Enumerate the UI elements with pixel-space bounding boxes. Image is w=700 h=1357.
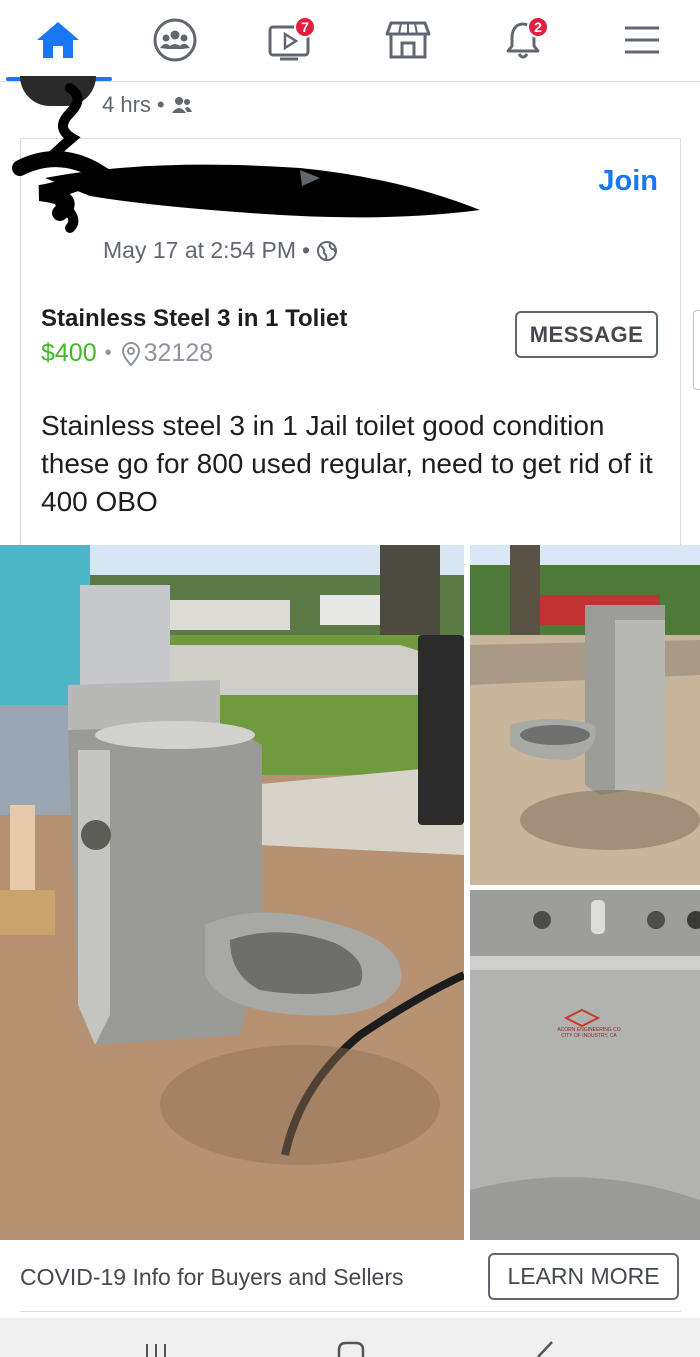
back-icon[interactable] [532, 1340, 556, 1357]
nav-notifications[interactable]: 2 [495, 14, 551, 66]
separator-dot: • [104, 342, 112, 364]
nav-menu[interactable] [614, 14, 670, 66]
home-icon [37, 22, 79, 58]
price-location-row: $400 • 32128 [41, 339, 213, 368]
covid-info-banner: COVID-19 Info for Buyers and Sellers LEA… [0, 1240, 700, 1318]
join-button[interactable]: Join [598, 165, 658, 198]
location-pin-icon [121, 341, 140, 366]
recents-icon[interactable] [142, 1340, 170, 1357]
notifications-badge: 2 [527, 16, 549, 38]
toilet-photo-main [0, 545, 464, 1240]
top-navigation-bar: 7 2 [0, 0, 700, 82]
side-panel-edge [693, 310, 700, 390]
separator-dot: • [302, 237, 311, 263]
watch-badge: 7 [294, 16, 316, 38]
marketplace-icon [385, 21, 431, 59]
listing-photo-side[interactable] [470, 545, 700, 885]
nav-marketplace[interactable] [380, 14, 436, 66]
covid-banner-text: COVID-19 Info for Buyers and Sellers [20, 1264, 404, 1290]
listing-photo-detail[interactable]: ACORN ENGINEERING CO CITY OF INDUSTRY, C… [470, 890, 700, 1240]
plate-line-2: CITY OF INDUSTRY, CA [561, 1033, 617, 1039]
toilet-photo-detail [470, 890, 700, 1240]
listing-description: Stainless steel 3 in 1 Jail toilet good … [41, 410, 653, 517]
system-navigation-bar [0, 1318, 700, 1357]
hamburger-menu-icon [625, 26, 659, 54]
listing-date-text: May 17 at 2:54 PM [103, 237, 297, 263]
nav-home[interactable] [30, 14, 86, 66]
groups-icon [153, 18, 197, 62]
home-button-icon[interactable] [336, 1340, 366, 1357]
listing-price: $400 [41, 339, 97, 367]
divider [20, 1311, 681, 1312]
nav-watch[interactable]: 7 [262, 14, 318, 66]
manufacturer-plate: ACORN ENGINEERING CO CITY OF INDUSTRY, C… [534, 1027, 644, 1039]
message-button[interactable]: MESSAGE [515, 311, 658, 358]
toilet-photo-side [470, 545, 700, 885]
listing-photo-main[interactable] [0, 545, 464, 1240]
globe-icon [317, 240, 338, 261]
nav-groups[interactable] [147, 14, 203, 66]
listing-date[interactable]: May 17 at 2:54 PM • [103, 237, 338, 264]
location-zip: 32128 [143, 339, 214, 367]
listing-title[interactable]: Stainless Steel 3 in 1 Toliet [41, 305, 347, 333]
listing-location: 32128 [120, 339, 214, 368]
redaction-scribble [12, 83, 480, 233]
learn-more-button[interactable]: LEARN MORE [488, 1253, 679, 1300]
